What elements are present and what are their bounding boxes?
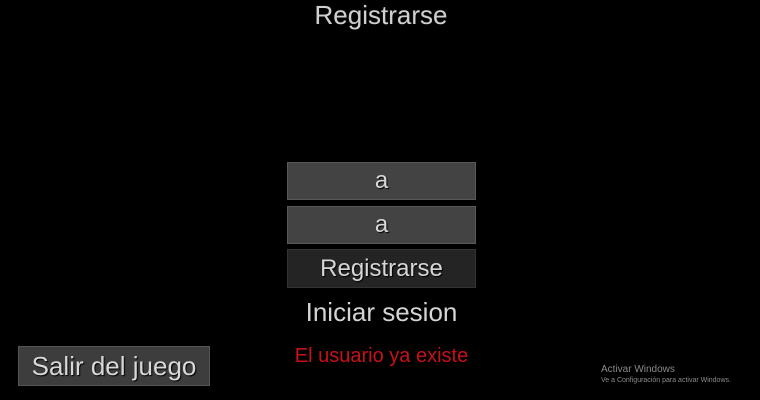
login-link[interactable]: Iniciar sesion	[281, 296, 482, 328]
password-field[interactable]	[287, 206, 476, 244]
register-button[interactable]: Registrarse	[287, 249, 476, 288]
exit-game-button[interactable]: Salir del juego	[18, 346, 210, 386]
windows-activation-watermark: Activar Windows Ve a Configuración para …	[601, 363, 756, 386]
watermark-title: Activar Windows	[601, 364, 675, 375]
username-field[interactable]	[287, 162, 476, 200]
screen-title: Registrarse	[314, 0, 448, 30]
watermark-subtitle: Ve a Configuración para activar Windows.	[601, 377, 731, 384]
error-message: El usuario ya existe	[294, 345, 469, 367]
